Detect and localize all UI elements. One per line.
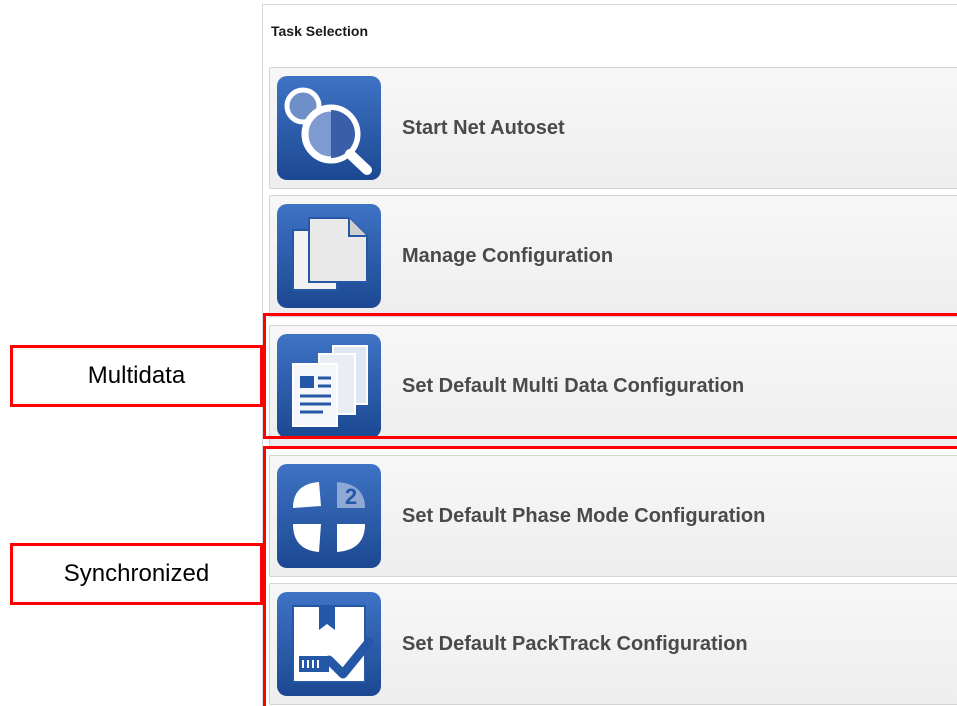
document-stack-icon <box>275 202 383 310</box>
synchronized-callout: Synchronized <box>10 543 263 605</box>
panel-title: Task Selection <box>271 23 369 39</box>
multidata-highlight-box <box>263 313 957 439</box>
task-label: Manage Configuration <box>402 245 614 267</box>
synchronized-highlight-box <box>263 446 957 706</box>
screen: Task Selection Start Net Autoset Manage … <box>0 0 957 706</box>
task-start-net-autoset[interactable]: Start Net Autoset <box>269 67 957 189</box>
multidata-callout: Multidata <box>10 345 263 407</box>
magnifier-icon <box>275 74 383 182</box>
task-manage-configuration[interactable]: Manage Configuration <box>269 195 957 317</box>
task-label: Start Net Autoset <box>402 117 565 139</box>
